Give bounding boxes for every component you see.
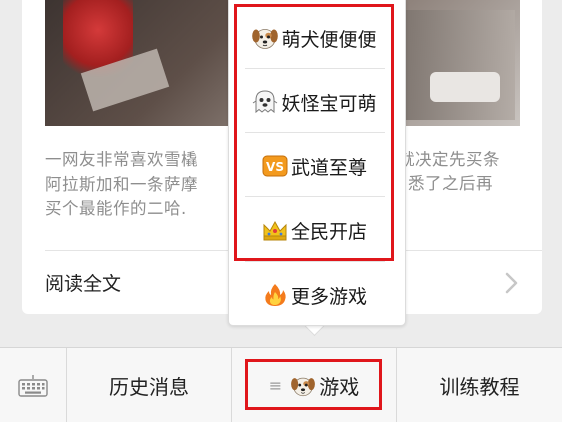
dog-face-icon	[251, 24, 279, 52]
submenu-lines-icon: ≡	[268, 376, 283, 395]
excerpt-fragment: 就决定先买条	[398, 150, 500, 169]
menu-item-meng-quan[interactable]: 萌犬便便便	[245, 6, 383, 70]
menu-divider	[245, 132, 385, 133]
menu-item-label: 妖怪宝可萌	[281, 92, 377, 115]
menu-divider	[245, 196, 385, 197]
menu-item-wu-dao[interactable]: VS 武道至尊	[245, 134, 383, 198]
menu-item-quan-min[interactable]: 全民开店	[245, 198, 383, 262]
tab-label: 历史消息	[109, 375, 189, 399]
menu-item-label: 全民开店	[290, 220, 367, 243]
crown-icon	[261, 216, 289, 244]
menu-item-more-games[interactable]: 更多游戏	[245, 263, 383, 327]
tab-label: 训练教程	[439, 375, 520, 399]
bottom-menu-bar: 历史消息 ≡ 游戏 训练教程	[0, 347, 562, 422]
app-screen: 一网友非常喜欢雪橇 阿拉斯加和一条萨摩 买个最能作的二哈. 就决定先买条 悉了之…	[0, 0, 562, 422]
chevron-right-icon	[505, 272, 518, 294]
tab-training[interactable]: 训练教程	[397, 348, 562, 422]
tab-history[interactable]: 历史消息	[67, 348, 231, 422]
menu-divider	[245, 68, 385, 69]
dog-face-icon	[290, 373, 316, 399]
tab-games[interactable]: ≡ 游戏	[232, 348, 396, 422]
excerpt-fragment: 悉了之后再	[408, 174, 493, 193]
fire-icon	[261, 281, 289, 309]
menu-divider	[245, 261, 385, 262]
keyboard-toggle-button[interactable]	[0, 348, 66, 422]
menu-item-label: 更多游戏	[290, 285, 367, 308]
game-popup-menu: 萌犬便便便 妖怪宝可萌 VS 武道至尊 全民开店 更多游戏	[228, 0, 406, 326]
menu-item-label: 武道至尊	[290, 156, 367, 179]
menu-item-label: 萌犬便便便	[281, 28, 377, 51]
ghost-icon	[251, 88, 279, 116]
menu-item-yao-guai[interactable]: 妖怪宝可萌	[245, 70, 383, 134]
tab-label: 游戏	[319, 375, 360, 399]
read-all-label: 阅读全文	[45, 273, 122, 295]
svg-text:VS: VS	[266, 160, 284, 174]
vs-badge-icon: VS	[261, 152, 289, 180]
keyboard-icon	[18, 374, 48, 397]
